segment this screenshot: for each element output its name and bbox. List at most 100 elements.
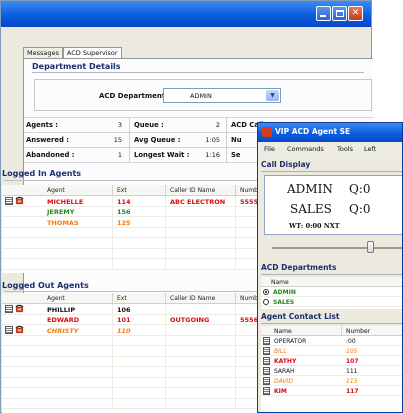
- agent-window-titlebar[interactable]: VIP ACD Agent SE: [258, 123, 402, 142]
- column-header-number[interactable]: Number: [346, 328, 370, 335]
- column-divider[interactable]: [112, 185, 113, 196]
- column-divider: [165, 304, 166, 314]
- contact-row[interactable]: KATHY 107: [261, 356, 402, 366]
- avg-queue-value: 1:05: [205, 136, 220, 144]
- minimize-button[interactable]: [316, 6, 331, 21]
- column-divider: [235, 227, 236, 237]
- abandoned-label: Abandoned :: [26, 151, 75, 159]
- column-divider[interactable]: [341, 326, 342, 336]
- agent-name: CHRISTY: [47, 326, 79, 335]
- contact-number: 111: [346, 367, 358, 375]
- column-divider: [165, 196, 166, 206]
- column-divider: [235, 314, 236, 324]
- department-row[interactable]: SALES: [261, 297, 402, 307]
- column-header-name[interactable]: Name: [271, 279, 289, 286]
- column-header-caller-id[interactable]: Caller ID Name: [170, 187, 215, 194]
- column-header-ext[interactable]: Ext: [117, 295, 127, 302]
- list-icon: [263, 357, 270, 365]
- radio-button-selected[interactable]: [263, 289, 269, 295]
- slider-thumb[interactable]: [367, 241, 374, 253]
- call-line1-queue: Q:0: [349, 182, 371, 196]
- call-display-title: Call Display: [261, 160, 311, 169]
- column-divider[interactable]: [165, 293, 166, 304]
- section-divider: [261, 323, 402, 324]
- contact-rows: OPERATOR:00 BILL 105 KATHY 107 SARAH 111 DAVID 1…: [261, 336, 402, 396]
- agent-contact-list: Name Number OPERATOR:00 BILL 105 KATHY 107 SA…: [261, 326, 402, 412]
- logged-out-agents-title: Logged Out Agents: [2, 281, 89, 290]
- maximize-button[interactable]: [332, 6, 347, 21]
- column-divider: [235, 325, 236, 335]
- section-divider: [261, 274, 402, 275]
- call-display: ADMIN Q:0 SALES Q:0 WT: 0:00 NXT: [264, 175, 402, 235]
- contact-name: KIM: [274, 387, 287, 395]
- agent-ext: 156: [117, 208, 131, 216]
- agent-window-title: VIP ACD Agent SE: [275, 127, 351, 136]
- column-divider: [112, 238, 113, 248]
- slider-track[interactable]: [272, 247, 402, 249]
- contact-number: 117: [346, 387, 359, 395]
- column-divider: [235, 238, 236, 248]
- agents-value: 3: [117, 121, 122, 129]
- column-header-ext[interactable]: Ext: [117, 187, 127, 194]
- list-icon: [5, 305, 13, 313]
- queue-label: Queue :: [134, 121, 164, 129]
- acd-department-dropdown[interactable]: ADMIN ▼: [163, 88, 281, 103]
- vip-acd-agent-window: VIP ACD Agent SE File Commands Tools Lef…: [257, 122, 403, 413]
- list-icon: [5, 197, 13, 205]
- agent-ext: 114: [117, 197, 131, 206]
- section-divider: [261, 171, 402, 172]
- column-divider: [112, 346, 113, 356]
- longest-wait-label: Longest Wait :: [134, 151, 190, 159]
- agent-name: JEREMY: [47, 208, 75, 216]
- window-titlebar[interactable]: ✕: [1, 1, 371, 27]
- column-divider: [112, 388, 113, 398]
- column-divider[interactable]: [165, 185, 166, 196]
- agent-contact-list-title: Agent Contact List: [261, 312, 340, 321]
- menu-tools[interactable]: Tools: [337, 145, 353, 153]
- column-header-caller-id[interactable]: Caller ID Name: [170, 295, 215, 302]
- contact-row[interactable]: KIM 117: [261, 386, 402, 396]
- acd-departments-title: ACD Departments: [261, 263, 337, 272]
- contact-row[interactable]: OPERATOR:00: [261, 336, 402, 346]
- column-header-name[interactable]: Name: [274, 328, 292, 335]
- column-divider: [235, 217, 236, 227]
- agent-name: PHILLIP: [47, 305, 76, 314]
- dropdown-button[interactable]: ▼: [266, 90, 279, 101]
- column-divider[interactable]: [235, 185, 236, 196]
- section-divider: [32, 72, 364, 73]
- column-header-agent[interactable]: Agent: [47, 187, 65, 194]
- contact-row[interactable]: BILL 105: [261, 346, 402, 356]
- department-selector-group: ACD Department : ADMIN ▼: [34, 79, 372, 111]
- column-divider: [112, 325, 113, 335]
- close-button[interactable]: ✕: [348, 6, 363, 21]
- acd-department-label: ACD Department :: [99, 92, 171, 100]
- list-icon: [263, 347, 270, 355]
- department-row[interactable]: ADMIN: [261, 287, 402, 297]
- column-divider: [165, 388, 166, 398]
- column-header-agent[interactable]: Agent: [47, 295, 65, 302]
- menu-commands[interactable]: Commands: [287, 145, 324, 153]
- column-divider: [235, 346, 236, 356]
- list-icon: [5, 326, 13, 334]
- menu-left[interactable]: Left: [364, 145, 376, 153]
- call-line2-name: SALES: [290, 202, 332, 216]
- radio-button[interactable]: [263, 299, 269, 305]
- column-divider: [112, 335, 113, 345]
- column-divider: [112, 196, 113, 206]
- caller-id-name: ABC ELECTRON: [170, 197, 226, 206]
- contact-number: :00: [346, 337, 356, 345]
- list-icon: [263, 387, 270, 395]
- contact-name: DAVID: [274, 377, 293, 385]
- contact-name: SARAH: [274, 367, 295, 375]
- column-divider[interactable]: [235, 293, 236, 304]
- column-divider: [235, 259, 236, 269]
- contact-row[interactable]: SARAH 111: [261, 366, 402, 376]
- column-divider[interactable]: [112, 293, 113, 304]
- table-header: Name Number: [261, 326, 402, 336]
- contact-row[interactable]: DAVID 115: [261, 376, 402, 386]
- queue-value: 2: [215, 121, 220, 129]
- column-divider: [112, 367, 113, 377]
- menu-file[interactable]: File: [264, 145, 275, 153]
- phone-icon: [15, 196, 24, 205]
- column-divider: [112, 206, 113, 216]
